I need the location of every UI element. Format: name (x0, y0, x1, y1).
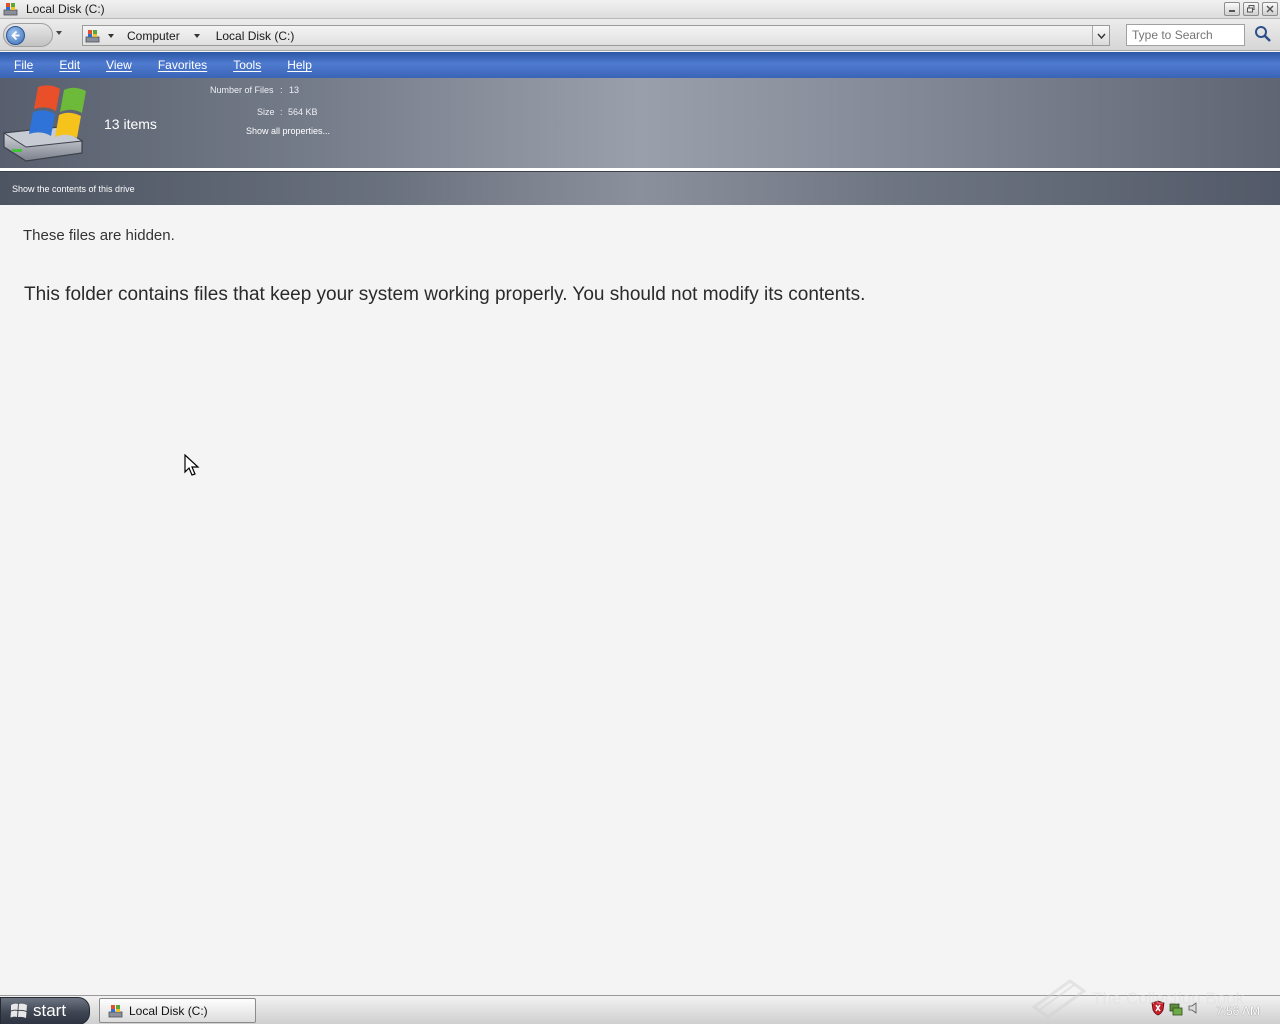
back-button[interactable] (6, 26, 25, 45)
menu-edit[interactable]: Edit (59, 58, 80, 72)
magnifier-icon (1255, 26, 1271, 42)
chevron-down-icon[interactable] (193, 33, 200, 38)
search-button[interactable] (1254, 25, 1276, 45)
task-strip: Show the contents of this drive (0, 171, 1280, 205)
windows-logo-icon (10, 1003, 27, 1018)
system-folder-warning: This folder contains files that keep you… (24, 284, 866, 305)
watermark: The Collection Book (1030, 977, 1270, 1023)
breadcrumb-computer[interactable]: Computer (127, 29, 180, 43)
folder-content: These files are hidden. This folder cont… (0, 205, 1280, 995)
local-disk-icon (2, 85, 86, 162)
show-contents-link[interactable]: Show the contents of this drive (12, 184, 135, 194)
maximize-button[interactable] (1243, 2, 1259, 16)
menu-favorites[interactable]: Favorites (158, 58, 207, 72)
menu-tools[interactable]: Tools (233, 58, 261, 72)
breadcrumb-local-disk[interactable]: Local Disk (C:) (216, 29, 295, 43)
menu-bar: File Edit View Favorites Tools Help (0, 52, 1280, 78)
minimize-button[interactable] (1224, 2, 1240, 16)
drive-icon (108, 1004, 123, 1017)
number-of-files-label: Number of Files (210, 85, 274, 95)
mouse-cursor-icon (184, 454, 200, 476)
item-count: 13 items (104, 116, 157, 132)
close-button[interactable] (1262, 2, 1278, 16)
taskbar-window-local-disk[interactable]: Local Disk (C:) (99, 998, 256, 1023)
size-value: 564 KB (288, 107, 318, 117)
start-button[interactable]: start (0, 997, 90, 1024)
details-header: 13 items Number of Files : 13 Size : 564… (0, 78, 1280, 168)
watermark-text: The Collection Book (1092, 989, 1245, 1008)
separator: : (280, 85, 283, 95)
navigation-bar: Computer Local Disk (C:) (0, 19, 1280, 51)
search-input[interactable] (1126, 24, 1245, 46)
address-bar[interactable]: Computer Local Disk (C:) (82, 25, 1110, 46)
number-of-files-value: 13 (289, 85, 300, 95)
back-arrow-icon (11, 30, 20, 41)
chevron-down-icon (1096, 33, 1106, 39)
restore-icon (1247, 5, 1255, 13)
window-controls (1224, 2, 1278, 16)
menu-help[interactable]: Help (287, 58, 312, 72)
title-bar: Local Disk (C:) (0, 0, 1280, 19)
book-icon (1031, 979, 1087, 1019)
drive-icon (3, 3, 18, 16)
show-all-properties-link[interactable]: Show all properties... (246, 126, 330, 136)
size-label: Size (257, 107, 275, 117)
start-label: start (33, 1001, 67, 1020)
close-icon (1266, 5, 1274, 13)
chevron-down-icon[interactable] (108, 33, 114, 38)
hidden-files-heading: These files are hidden. (23, 227, 175, 244)
navigation-buttons (3, 23, 53, 47)
drive-icon (85, 29, 100, 42)
recent-pages-dropdown[interactable] (56, 31, 62, 35)
separator: : (280, 107, 283, 117)
minimize-icon (1229, 10, 1235, 12)
menu-file[interactable]: File (14, 58, 33, 72)
menu-view[interactable]: View (106, 58, 132, 72)
address-dropdown-button[interactable] (1092, 26, 1109, 45)
window-title: Local Disk (C:) (26, 2, 105, 16)
taskbar-window-label: Local Disk (C:) (129, 1003, 208, 1018)
